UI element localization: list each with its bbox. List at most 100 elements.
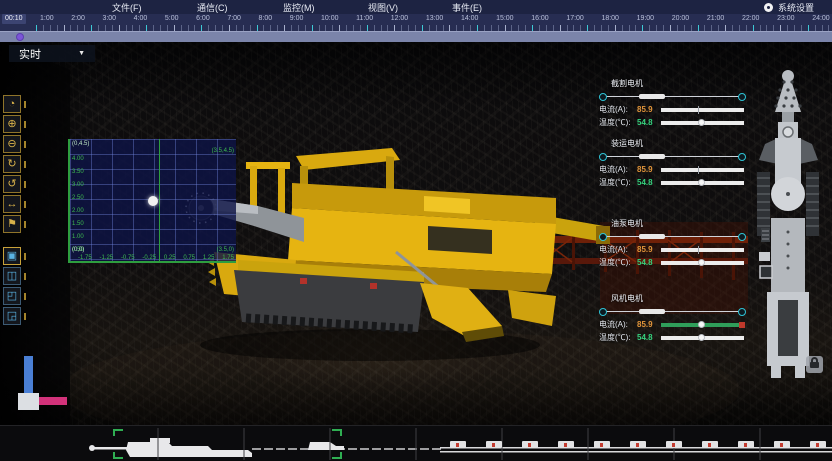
- view-cube-top-icon[interactable]: ▣: [3, 247, 21, 265]
- zoom-out-icon[interactable]: ⊖: [3, 135, 21, 153]
- timeline-tick: [105, 25, 106, 31]
- axis-origin-box: [18, 393, 39, 410]
- grid-x-label: -1.25: [99, 255, 113, 261]
- slider-endpoint-left[interactable]: [599, 233, 607, 241]
- timeline-tick: [711, 25, 712, 31]
- slider-endpoint-right[interactable]: [738, 308, 746, 316]
- timeline-slider-track[interactable]: [0, 31, 832, 42]
- machine-top-view-panel: [745, 60, 832, 380]
- timeline-tick: [518, 25, 519, 31]
- current-label: 电流(A):: [599, 164, 637, 175]
- cutting-position-grid: 4.003.503.002.502.001.501.000.50 -1.75-1…: [68, 139, 236, 263]
- timeline-tick: [746, 25, 747, 31]
- slider-endpoint-left[interactable]: [599, 153, 607, 161]
- timeline-hour-label: 21:00: [707, 14, 725, 24]
- slider-line: [603, 96, 742, 97]
- menu-view[interactable]: 视图(V): [368, 1, 398, 14]
- lock-button[interactable]: [806, 356, 823, 373]
- slider-endpoint-right[interactable]: [738, 233, 746, 241]
- timeline-hour-label: 15:00: [496, 14, 514, 24]
- timeline-tick: [167, 25, 168, 31]
- belt-block-marker: [528, 443, 531, 447]
- view-cube-front-icon[interactable]: ◫: [3, 267, 21, 285]
- current-bar[interactable]: [661, 108, 744, 112]
- timeline-slider-handle[interactable]: [16, 33, 24, 41]
- timeline-tick: [553, 25, 554, 31]
- timeline-tick: [360, 25, 361, 31]
- temp-bar[interactable]: [661, 336, 744, 340]
- motor-range-slider[interactable]: [599, 307, 746, 316]
- timeline-tick: [353, 25, 354, 31]
- belt-block-marker: [600, 443, 603, 447]
- timeline-tick: [828, 25, 829, 31]
- motor-range-slider[interactable]: [599, 232, 746, 241]
- timeline-tick: [181, 25, 182, 31]
- timeline-tick: [470, 25, 471, 31]
- pan-icon[interactable]: ↔: [3, 195, 21, 213]
- current-bar[interactable]: [661, 168, 744, 172]
- timeline-tick: [284, 25, 285, 31]
- view-cube-right-icon[interactable]: ◲: [3, 307, 21, 325]
- timeline-hour-label: 16:00: [531, 14, 549, 24]
- slider-handle[interactable]: [639, 94, 665, 99]
- timeline-tick: [401, 25, 402, 31]
- axis-y-bar: [24, 356, 33, 396]
- rotate-cw-icon[interactable]: ↻: [3, 155, 21, 173]
- slider-handle[interactable]: [639, 309, 665, 314]
- menu-event[interactable]: 事件(E): [452, 1, 482, 14]
- current-value: 85.9: [637, 165, 661, 174]
- slider-endpoint-left[interactable]: [599, 308, 607, 316]
- current-bar[interactable]: [661, 323, 744, 327]
- timeline-tick: [188, 25, 189, 31]
- slider-handle[interactable]: [639, 234, 665, 239]
- timeline-tick: [291, 25, 292, 31]
- timeline-tick: [505, 25, 506, 31]
- slider-endpoint-right[interactable]: [738, 153, 746, 161]
- motor-range-slider[interactable]: [599, 152, 746, 161]
- view-cube-left-icon[interactable]: ◰: [3, 287, 21, 305]
- grid-x-label: -1.75: [78, 255, 92, 261]
- slider-handle[interactable]: [639, 154, 665, 159]
- timeline-tick: [601, 25, 602, 31]
- temp-bar[interactable]: [661, 121, 744, 125]
- menu-file[interactable]: 文件(F): [112, 1, 142, 14]
- bar-marker: [698, 246, 699, 254]
- timeline-ticks: [36, 24, 830, 31]
- system-settings-button[interactable]: 系统设置: [764, 1, 814, 14]
- timeline-tick: [50, 25, 51, 31]
- flag-icon[interactable]: ⚑: [3, 215, 21, 233]
- temp-bar[interactable]: [661, 261, 744, 265]
- current-row: 电流(A):85.9: [599, 320, 746, 329]
- timeline-tick: [139, 25, 140, 31]
- axis-x-bar: [39, 397, 67, 405]
- timeline-ruler[interactable]: 00:10 1:002:003:004:005:006:007:008:009:…: [0, 14, 832, 31]
- timeline-tick: [546, 25, 547, 31]
- current-label: 电流(A):: [599, 104, 637, 115]
- timeline-tick: [194, 25, 195, 31]
- timeline-tick: [567, 25, 568, 31]
- motor-range-slider[interactable]: [599, 92, 746, 101]
- grid-x-label: -0.25: [142, 255, 156, 261]
- timeline-tick: [580, 25, 581, 31]
- machine-train-strip[interactable]: [0, 425, 832, 461]
- grid-y-label: 3.00: [72, 179, 84, 192]
- zoom-in-icon[interactable]: ⊕: [3, 115, 21, 133]
- timeline-tick: [766, 25, 767, 31]
- timeline-tick: [456, 25, 457, 31]
- motor-panel: 截割电机电流(A):85.9温度(℃):54.8: [599, 78, 746, 127]
- temp-bar[interactable]: [661, 181, 744, 185]
- menu-monitor[interactable]: 监控(M): [283, 1, 315, 14]
- slider-endpoint-left[interactable]: [599, 93, 607, 101]
- timeline-tick: [773, 25, 774, 31]
- realtime-mode-dropdown[interactable]: 实时 ▼: [9, 45, 95, 62]
- timeline-hour-label: 3:00: [102, 14, 116, 24]
- current-bar[interactable]: [661, 248, 744, 252]
- menu-communication[interactable]: 通信(C): [197, 1, 228, 14]
- timeline-tick: [229, 25, 230, 31]
- timeline-hour-label: 2:00: [71, 14, 85, 24]
- orbit-icon[interactable]: ◔: [3, 95, 21, 113]
- timeline-tick: [381, 25, 382, 31]
- rotate-ccw-icon[interactable]: ↺: [3, 175, 21, 193]
- slider-endpoint-right[interactable]: [738, 93, 746, 101]
- timeline-tick: [70, 25, 71, 31]
